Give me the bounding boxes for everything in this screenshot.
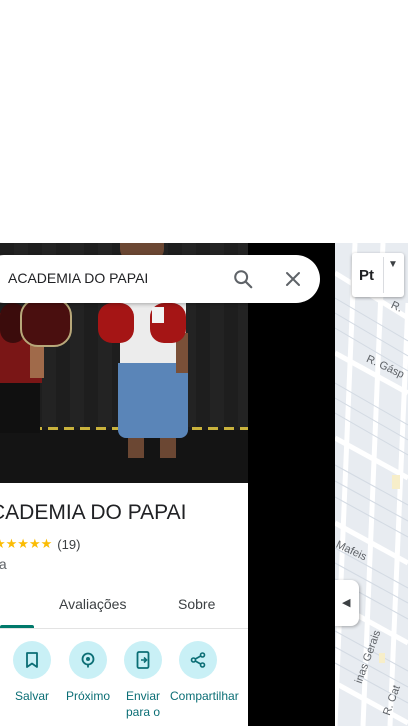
tab-reviews[interactable]: Avaliações <box>59 596 126 612</box>
nearby-button[interactable]: Próximo <box>60 641 116 704</box>
panel-gap <box>248 243 335 726</box>
chevron-left-icon: ◀ <box>342 597 351 609</box>
search-box[interactable]: ACADEMIA DO PAPAI <box>0 255 320 303</box>
tab-about[interactable]: Sobre <box>178 596 215 612</box>
place-title: ACADEMIA DO PAPAI <box>0 501 187 524</box>
rating-row[interactable]: ★★★★★ (19) <box>0 536 80 552</box>
search-icon[interactable] <box>232 268 254 290</box>
rating-stars: ★★★★★ <box>0 536 53 551</box>
send-to-phone-label: Enviar para o <box>125 689 161 719</box>
send-to-phone-icon <box>124 641 162 679</box>
send-to-phone-button[interactable]: Enviar para o <box>115 641 171 720</box>
save-button[interactable]: Salvar <box>4 641 60 704</box>
close-icon[interactable] <box>283 269 303 289</box>
place-panel: ACADEMIA DO PAPAI ★★★★★ (19) nia eral Av… <box>0 243 248 726</box>
active-tab-indicator <box>0 625 34 628</box>
share-button[interactable]: Compartilhar <box>170 641 239 704</box>
nearby-icon <box>69 641 107 679</box>
share-label: Compartilhar <box>170 689 239 703</box>
caret-down-icon[interactable]: ▼ <box>388 259 398 270</box>
layer-divider <box>383 257 384 293</box>
map-canvas[interactable]: R. R. Gásp Mafeis inas Gerais R. Cat <box>335 243 408 726</box>
collapse-panel-button[interactable]: ◀ <box>335 580 359 626</box>
nearby-label: Próximo <box>65 689 110 703</box>
map-layer-switcher[interactable]: Pt ▼ <box>352 253 404 297</box>
layer-label: Pt <box>359 267 374 284</box>
search-input[interactable]: ACADEMIA DO PAPAI <box>8 270 148 286</box>
rating-count: (19) <box>57 536 81 552</box>
share-icon <box>179 641 217 679</box>
place-category[interactable]: nia <box>0 556 7 572</box>
bookmark-icon <box>13 641 51 679</box>
save-label: Salvar <box>14 689 49 703</box>
place-tabs: eral Avaliações Sobre <box>0 586 248 629</box>
